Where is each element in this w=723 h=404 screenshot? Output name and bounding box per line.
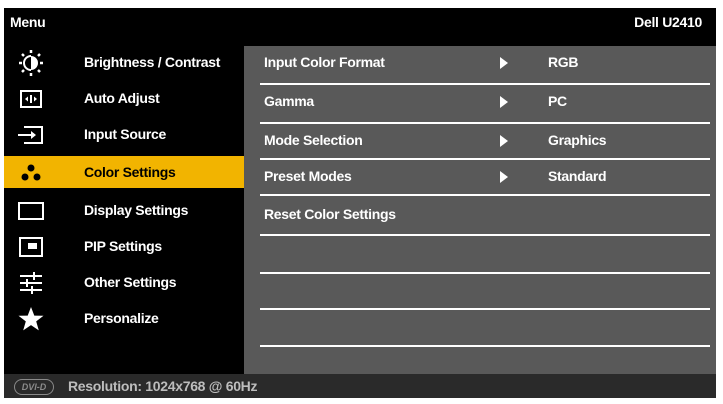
status-bar: DVI-D Resolution: 1024x768 @ 60Hz <box>4 374 716 398</box>
divider <box>260 194 710 196</box>
arrow-right-icon <box>500 96 508 108</box>
sidebar-item-label: Color Settings <box>84 164 176 180</box>
arrow-right-icon <box>500 135 508 147</box>
input-badge: DVI-D <box>14 379 54 395</box>
setting-mode-selection[interactable]: Mode Selection Graphics <box>244 124 716 161</box>
sidebar-item-auto-adjust[interactable]: Auto Adjust <box>4 82 244 114</box>
header-bar: Menu Dell U2410 <box>4 8 716 38</box>
setting-input-color-format[interactable]: Input Color Format RGB <box>244 46 716 83</box>
sun-icon <box>14 50 48 76</box>
pip-icon <box>14 234 48 260</box>
setting-preset-modes[interactable]: Preset Modes Standard <box>244 160 716 197</box>
color-dots-icon <box>14 160 48 186</box>
input-source-icon <box>14 122 48 148</box>
divider <box>260 308 710 310</box>
sidebar-item-label: Auto Adjust <box>84 90 160 106</box>
divider <box>260 234 710 236</box>
arrow-right-icon <box>500 171 508 183</box>
monitor-model: Dell U2410 <box>634 14 702 30</box>
setting-gamma[interactable]: Gamma PC <box>244 85 716 122</box>
osd-menu: Menu Dell U2410 Brightness / Contrast Au… <box>4 8 716 398</box>
sidebar-item-label: Display Settings <box>84 202 189 218</box>
setting-label: Input Color Format <box>264 54 385 70</box>
setting-reset-color-settings[interactable]: Reset Color Settings <box>244 198 716 235</box>
resolution-text: Resolution: 1024x768 @ 60Hz <box>68 378 258 394</box>
divider <box>260 345 710 347</box>
sidebar-item-personalize[interactable]: Personalize <box>4 302 244 334</box>
sidebar-item-label: Personalize <box>84 310 159 326</box>
sidebar: Brightness / Contrast Auto Adjust Input … <box>4 46 244 376</box>
star-icon <box>14 306 48 332</box>
arrow-right-icon <box>500 57 508 69</box>
display-rectangle-icon <box>14 198 48 224</box>
setting-label: Preset Modes <box>264 168 352 184</box>
setting-label: Reset Color Settings <box>264 206 396 222</box>
sidebar-item-brightness-contrast[interactable]: Brightness / Contrast <box>4 46 244 78</box>
sidebar-item-input-source[interactable]: Input Source <box>4 118 244 150</box>
sidebar-item-label: PIP Settings <box>84 238 162 254</box>
divider <box>260 272 710 274</box>
setting-value: RGB <box>548 54 579 70</box>
sidebar-item-display-settings[interactable]: Display Settings <box>4 194 244 226</box>
sidebar-item-other-settings[interactable]: Other Settings <box>4 266 244 298</box>
sidebar-item-label: Input Source <box>84 126 166 142</box>
sidebar-item-label: Other Settings <box>84 274 177 290</box>
auto-adjust-icon <box>14 86 48 112</box>
setting-value: Graphics <box>548 132 607 148</box>
setting-label: Mode Selection <box>264 132 363 148</box>
sidebar-item-pip-settings[interactable]: PIP Settings <box>4 230 244 262</box>
setting-value: Standard <box>548 168 607 184</box>
sidebar-item-label: Brightness / Contrast <box>84 54 221 70</box>
sidebar-item-color-settings[interactable]: Color Settings <box>4 156 244 188</box>
menu-title: Menu <box>10 14 46 30</box>
color-settings-panel: Input Color Format RGB Gamma PC Mode Sel… <box>244 46 716 376</box>
setting-label: Gamma <box>264 93 314 109</box>
setting-value: PC <box>548 93 567 109</box>
sliders-icon <box>14 270 48 296</box>
